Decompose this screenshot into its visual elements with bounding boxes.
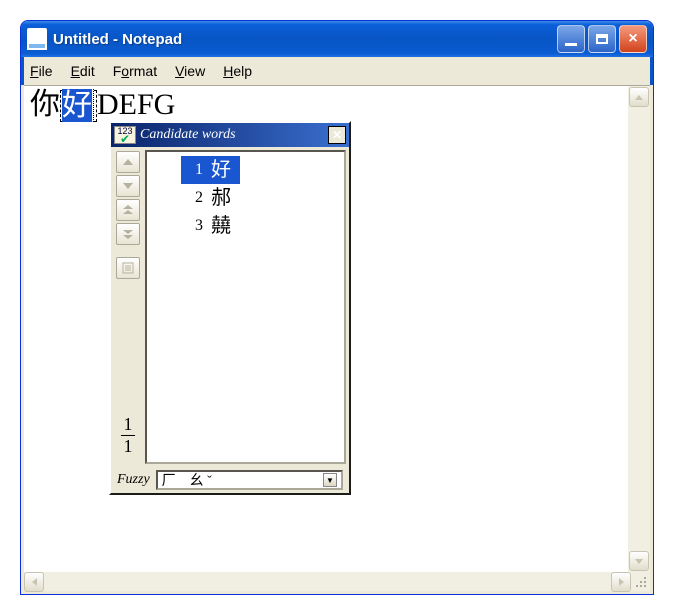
menu-help[interactable]: Help (223, 63, 252, 79)
horizontal-scrollbar[interactable] (24, 572, 650, 591)
ime-candidate-window[interactable]: 123✔ Candidate words ✕ 1 (109, 121, 351, 495)
menu-edit[interactable]: Edit (71, 63, 95, 79)
maximize-button[interactable] (588, 25, 616, 53)
ime-scroll-down-icon[interactable] (116, 175, 140, 197)
scroll-up-icon[interactable] (629, 87, 649, 107)
ime-close-button[interactable]: ✕ (328, 126, 346, 144)
vertical-scrollbar[interactable] (628, 86, 650, 572)
resize-grip-icon[interactable] (631, 572, 650, 591)
ime-candidate-row[interactable]: 3㚁 (147, 212, 344, 240)
ime-page-down-icon[interactable] (116, 223, 140, 245)
editor-area[interactable]: 你好DEFG 123✔ Candidate words ✕ (24, 86, 628, 572)
ime-side-controls: 1 1 (111, 147, 145, 467)
ime-title: Candidate words (140, 127, 328, 143)
ime-page-indicator: 1 1 (121, 414, 135, 457)
ime-scroll-up-icon[interactable] (116, 151, 140, 173)
ime-page-current: 1 (124, 414, 133, 435)
titlebar[interactable]: Untitled - Notepad × (21, 21, 653, 57)
menu-file[interactable]: File (30, 63, 53, 79)
ime-reading-text: 厂 幺 ˇ (162, 470, 212, 490)
ime-options-icon[interactable] (116, 257, 140, 279)
ime-candidate-row[interactable]: 1好 (147, 156, 344, 184)
window-controls: × (557, 25, 647, 53)
ime-candidate-list[interactable]: 1好 2郝 3㚁 (145, 150, 346, 464)
text-before: 你 (30, 90, 60, 120)
close-button[interactable]: × (619, 25, 647, 53)
editor-text[interactable]: 你好DEFG (30, 90, 622, 122)
dropdown-icon[interactable]: ▼ (323, 473, 337, 487)
scroll-left-icon[interactable] (24, 572, 44, 592)
ime-reading-input[interactable]: 厂 幺 ˇ ▼ (156, 470, 343, 490)
text-after: DEFG (97, 90, 175, 120)
client-area: 你好DEFG 123✔ Candidate words ✕ (24, 85, 650, 572)
ime-fuzzy-label: Fuzzy (117, 472, 150, 488)
ime-composition: 好 (60, 90, 97, 122)
ime-titlebar[interactable]: 123✔ Candidate words ✕ (111, 123, 349, 147)
menu-format[interactable]: Format (113, 63, 157, 79)
ime-mode-icon[interactable]: 123✔ (114, 126, 136, 144)
scroll-down-icon[interactable] (629, 551, 649, 571)
text-caret (93, 89, 94, 122)
menu-view[interactable]: View (175, 63, 205, 79)
ime-body: 1 1 1好 2郝 3㚁 (111, 147, 349, 467)
app-icon (27, 28, 47, 50)
ime-footer: Fuzzy 厂 幺 ˇ ▼ (111, 467, 349, 493)
notepad-window: Untitled - Notepad × File Edit Format Vi… (20, 20, 654, 595)
composition-selected: 好 (62, 89, 92, 122)
window-title: Untitled - Notepad (53, 31, 557, 48)
ime-candidate-row[interactable]: 2郝 (147, 184, 344, 212)
scroll-right-icon[interactable] (611, 572, 631, 592)
menu-bar: File Edit Format View Help (21, 57, 653, 85)
minimize-button[interactable] (557, 25, 585, 53)
ime-page-up-icon[interactable] (116, 199, 140, 221)
ime-page-total: 1 (124, 436, 133, 457)
